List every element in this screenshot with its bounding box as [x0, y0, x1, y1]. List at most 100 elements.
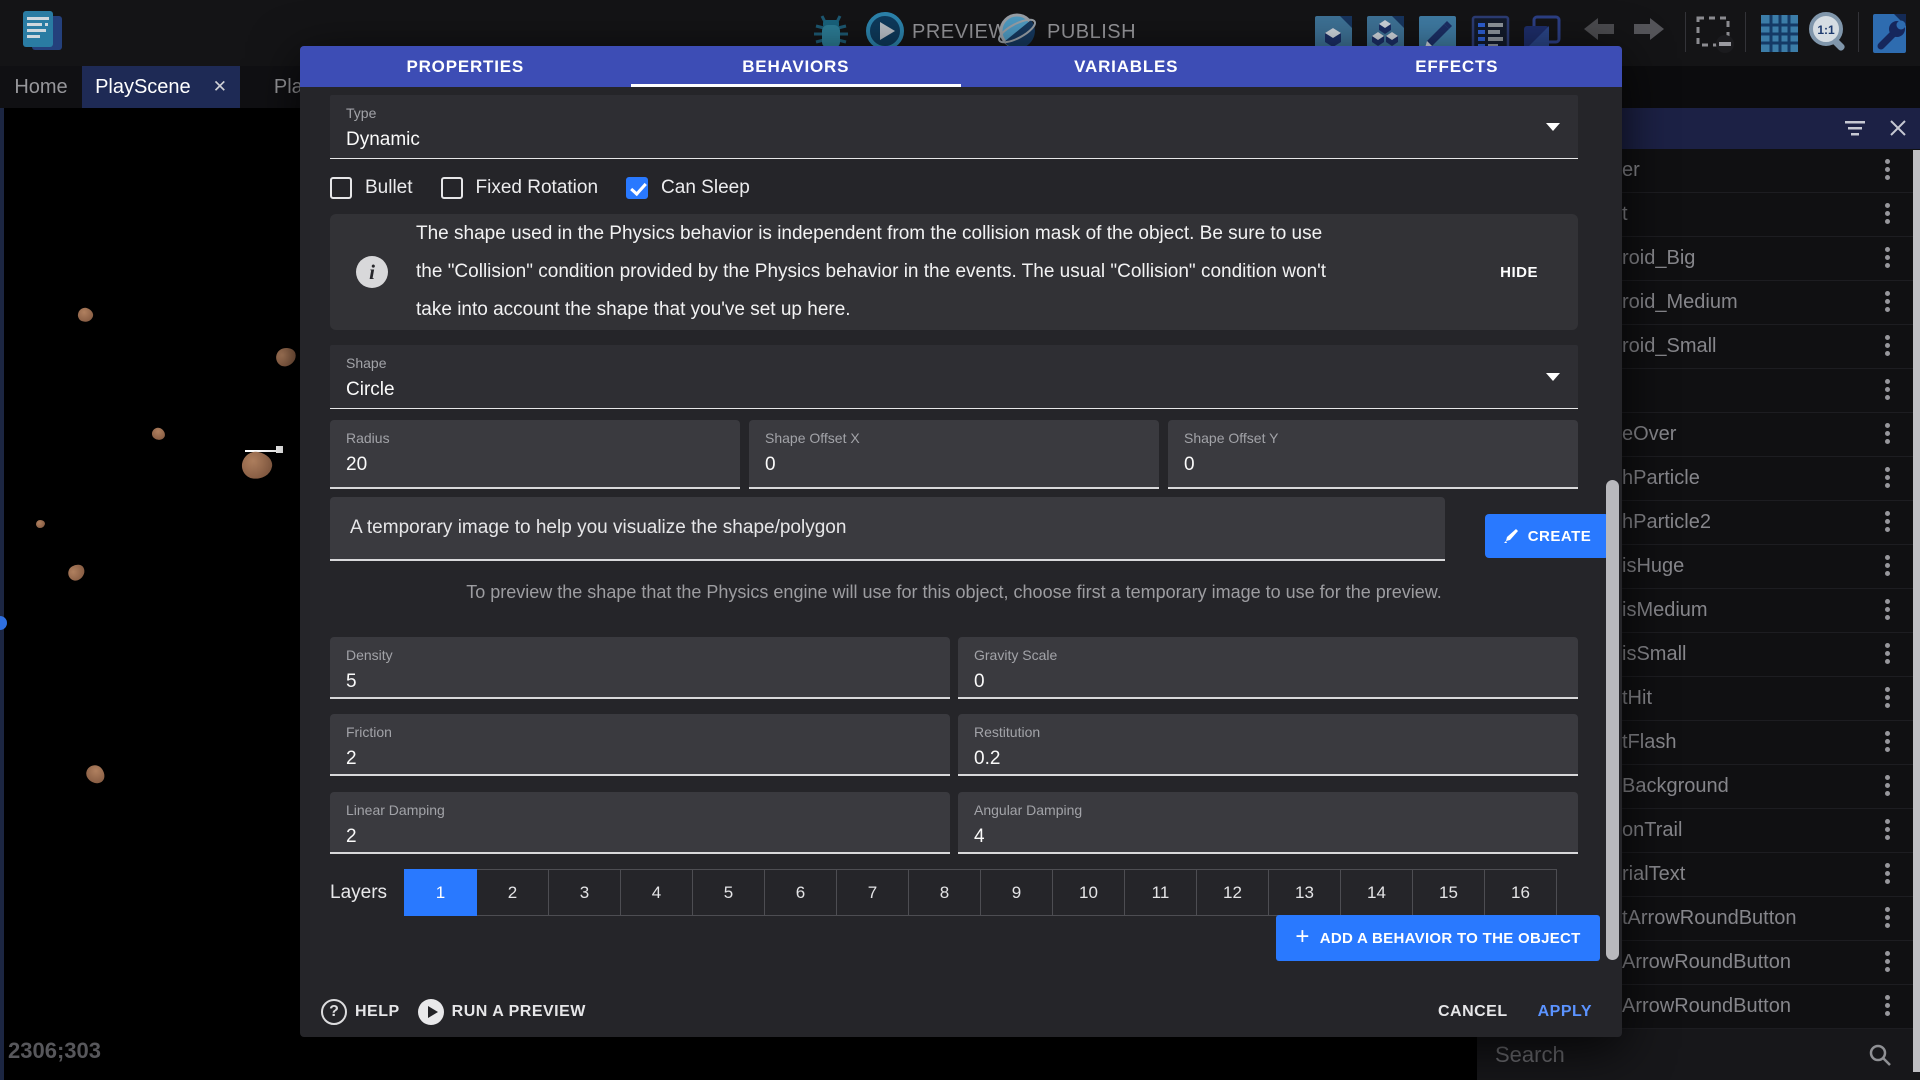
- checkbox-fixed-rotation[interactable]: Fixed Rotation: [441, 177, 599, 199]
- layer-cell-16[interactable]: 16: [1484, 869, 1557, 916]
- tab-properties[interactable]: PROPERTIES: [300, 46, 631, 87]
- linear-damping-field[interactable]: Linear Damping 2: [330, 792, 950, 854]
- item-menu-icon[interactable]: [1880, 244, 1894, 274]
- density-field[interactable]: Density 5: [330, 637, 950, 699]
- item-menu-icon[interactable]: [1880, 860, 1894, 890]
- asteroid-sprite: [274, 346, 298, 369]
- shape-offset-x-field[interactable]: Shape Offset X 0: [749, 420, 1159, 489]
- dialog-scrollbar[interactable]: [1606, 480, 1619, 960]
- project-manager-icon[interactable]: [16, 6, 66, 56]
- gravity-scale-field[interactable]: Gravity Scale 0: [958, 637, 1578, 699]
- item-menu-icon[interactable]: [1880, 816, 1894, 846]
- add-behavior-button[interactable]: + ADD A BEHAVIOR TO THE OBJECT: [1276, 915, 1600, 961]
- item-menu-icon[interactable]: [1880, 376, 1894, 406]
- shape-select[interactable]: Shape Circle: [330, 345, 1578, 409]
- layer-cell-4[interactable]: 4: [620, 869, 693, 916]
- grid-icon[interactable]: [1757, 11, 1801, 55]
- angular-damping-field[interactable]: Angular Damping 4: [958, 792, 1578, 854]
- temp-image-field[interactable]: A temporary image to help you visualize …: [330, 497, 1445, 561]
- toolbar-divider: [1745, 12, 1746, 52]
- preview-button[interactable]: PREVIEW: [912, 21, 1008, 44]
- hide-button[interactable]: HIDE: [1500, 264, 1538, 281]
- item-menu-icon[interactable]: [1880, 772, 1894, 802]
- layer-cell-5[interactable]: 5: [692, 869, 765, 916]
- layer-cell-6[interactable]: 6: [764, 869, 837, 916]
- chevron-down-icon: [1546, 123, 1560, 131]
- selection-handle[interactable]: [276, 446, 283, 453]
- friction-field[interactable]: Friction 2: [330, 714, 950, 776]
- layer-cell-13[interactable]: 13: [1268, 869, 1341, 916]
- info-text: The shape used in the Physics behavior i…: [416, 215, 1478, 329]
- layer-cell-14[interactable]: 14: [1340, 869, 1413, 916]
- field-value: 0: [1184, 454, 1562, 476]
- deselect-icon[interactable]: [1693, 13, 1737, 55]
- layer-cell-10[interactable]: 10: [1052, 869, 1125, 916]
- apply-button[interactable]: APPLY: [1538, 1003, 1592, 1021]
- physics-row-1: Density 5 Gravity Scale 0: [330, 637, 1578, 699]
- tab-home[interactable]: Home: [0, 66, 82, 108]
- item-menu-icon[interactable]: [1880, 332, 1894, 362]
- layer-cell-9[interactable]: 9: [980, 869, 1053, 916]
- dialog-actions: ? HELP RUN A PREVIEW CANCEL APPLY: [300, 986, 1622, 1037]
- shape-offset-y-field[interactable]: Shape Offset Y 0: [1168, 420, 1578, 489]
- redo-icon[interactable]: [1630, 16, 1668, 48]
- item-menu-icon[interactable]: [1880, 904, 1894, 934]
- item-menu-icon[interactable]: [1880, 288, 1894, 318]
- layer-cell-7[interactable]: 7: [836, 869, 909, 916]
- layer-cell-12[interactable]: 12: [1196, 869, 1269, 916]
- toolbar-divider: [1858, 12, 1859, 52]
- layer-cell-11[interactable]: 11: [1124, 869, 1197, 916]
- layer-cell-1[interactable]: 1: [404, 869, 477, 916]
- cancel-button[interactable]: CANCEL: [1438, 1003, 1508, 1021]
- project-settings-icon[interactable]: [1868, 11, 1914, 55]
- undo-icon[interactable]: [1580, 16, 1618, 48]
- info-line: The shape used in the Physics behavior i…: [416, 215, 1478, 253]
- item-menu-icon[interactable]: [1880, 992, 1894, 1022]
- layer-cell-8[interactable]: 8: [908, 869, 981, 916]
- run-preview-button[interactable]: RUN A PREVIEW: [452, 1003, 586, 1021]
- checkbox-bullet[interactable]: Bullet: [330, 177, 413, 199]
- close-panel-icon[interactable]: [1889, 119, 1907, 137]
- tab-variables[interactable]: VARIABLES: [961, 46, 1292, 87]
- item-menu-icon[interactable]: [1880, 684, 1894, 714]
- item-menu-icon[interactable]: [1880, 596, 1894, 626]
- item-menu-icon[interactable]: [1880, 728, 1894, 758]
- layer-cell-2[interactable]: 2: [476, 869, 549, 916]
- layer-cell-15[interactable]: 15: [1412, 869, 1485, 916]
- item-menu-icon[interactable]: [1880, 552, 1894, 582]
- checkbox-label: Fixed Rotation: [476, 177, 599, 199]
- restitution-field[interactable]: Restitution 0.2: [958, 714, 1578, 776]
- radius-field[interactable]: Radius 20: [330, 420, 740, 489]
- panel-scrollbar[interactable]: [1913, 150, 1920, 1072]
- run-preview-icon[interactable]: [418, 999, 444, 1025]
- chevron-down-icon: [1546, 373, 1560, 381]
- field-label: Friction: [346, 724, 934, 740]
- create-button[interactable]: CREATE: [1485, 514, 1609, 558]
- item-menu-icon[interactable]: [1880, 640, 1894, 670]
- tab-playscene[interactable]: PlayScene ✕: [82, 66, 240, 108]
- checkbox-box[interactable]: [441, 177, 463, 199]
- type-select[interactable]: Type Dynamic: [330, 95, 1578, 159]
- search-input[interactable]: Search: [1477, 1042, 1565, 1068]
- field-label: Shape Offset X: [765, 430, 1143, 446]
- item-menu-icon[interactable]: [1880, 200, 1894, 230]
- filter-icon[interactable]: [1845, 120, 1865, 136]
- tab-effects[interactable]: EFFECTS: [1292, 46, 1623, 87]
- help-icon[interactable]: ?: [321, 999, 347, 1025]
- publish-button[interactable]: PUBLISH: [1047, 21, 1136, 44]
- help-button[interactable]: HELP: [355, 1003, 400, 1021]
- close-tab-icon[interactable]: ✕: [213, 77, 227, 97]
- item-menu-icon[interactable]: [1880, 508, 1894, 538]
- item-menu-icon[interactable]: [1880, 420, 1894, 450]
- checkbox-box[interactable]: [626, 177, 648, 199]
- origin-point-marker: [0, 616, 7, 630]
- field-value: 5: [346, 671, 934, 693]
- checkbox-box[interactable]: [330, 177, 352, 199]
- checkbox-can-sleep[interactable]: Can Sleep: [626, 177, 750, 199]
- layer-cell-3[interactable]: 3: [548, 869, 621, 916]
- item-menu-icon[interactable]: [1880, 948, 1894, 978]
- item-menu-icon[interactable]: [1880, 464, 1894, 494]
- tab-behaviors[interactable]: BEHAVIORS: [631, 46, 962, 87]
- item-menu-icon[interactable]: [1880, 156, 1894, 186]
- zoom-1-1-icon[interactable]: 1:1: [1805, 8, 1853, 56]
